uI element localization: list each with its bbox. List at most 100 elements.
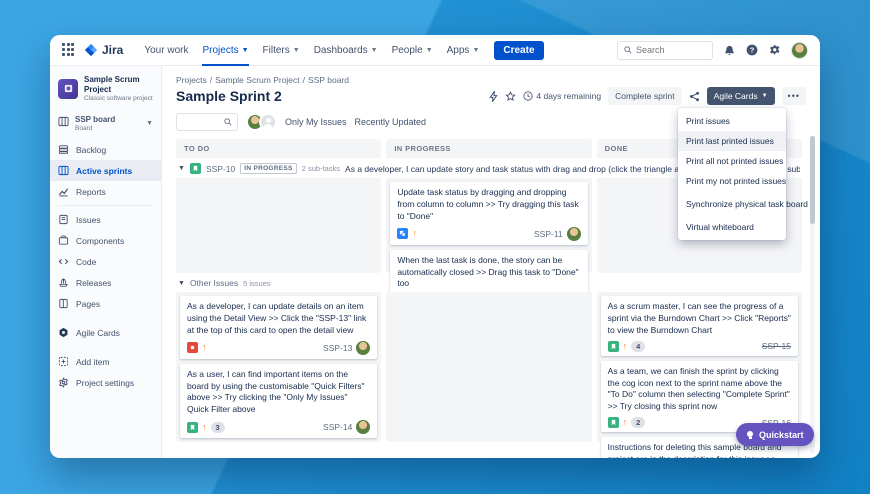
project-name: Sample Scrum Project	[84, 75, 153, 95]
collapse-chevron-icon[interactable]: ▼	[178, 280, 185, 287]
star-favorite-icon[interactable]	[505, 91, 516, 102]
estimate-badge: 2	[631, 417, 645, 428]
lightbulb-icon	[746, 431, 754, 439]
board-search-input[interactable]	[176, 113, 238, 131]
chevron-down-icon: ▼	[293, 47, 300, 54]
scrollbar-thumb[interactable]	[810, 136, 815, 224]
settings-gear-icon[interactable]	[768, 43, 782, 57]
nav-your-work[interactable]: Your work	[144, 35, 188, 66]
story-icon	[190, 163, 201, 174]
share-icon[interactable]	[689, 91, 700, 102]
issue-key[interactable]: SSP-13	[323, 343, 352, 353]
issue-card-ssp11[interactable]: Update task status by dragging and dropp…	[390, 182, 587, 245]
quickstart-button[interactable]: Quickstart	[736, 423, 814, 446]
column-header-todo: TO DO	[176, 139, 381, 158]
issue-card-ssp14[interactable]: As a user, I can find important items on…	[180, 364, 377, 439]
nav-apps[interactable]: Apps▼	[447, 35, 480, 66]
issues-icon	[58, 214, 69, 225]
nav-projects[interactable]: Projects▼	[202, 35, 248, 66]
quick-filter-recently-updated[interactable]: Recently Updated	[355, 117, 427, 127]
sidebar-item-active-sprints[interactable]: Active sprints	[50, 160, 161, 181]
swimlane-issue-key[interactable]: SSP-10	[206, 164, 235, 174]
complete-sprint-button[interactable]: Complete sprint	[608, 87, 682, 105]
add-item-icon	[58, 356, 69, 367]
chevron-down-icon: ▼	[146, 120, 153, 127]
priority-high-icon: ↑	[623, 418, 628, 427]
sidebar-item-reports[interactable]: Reports	[50, 181, 161, 202]
menu-item-print-all-not-printed[interactable]: Print all not printed issues	[678, 151, 786, 171]
lane-todo-empty[interactable]	[176, 178, 381, 273]
sidebar-item-releases[interactable]: Releases	[50, 272, 161, 293]
project-subtitle: Classic software project	[84, 95, 153, 102]
notifications-bell-icon[interactable]	[722, 43, 736, 57]
user-avatar[interactable]	[791, 42, 808, 59]
agile-cards-button[interactable]: Agile Cards▼	[707, 87, 775, 105]
help-icon[interactable]: ?	[745, 43, 759, 57]
story-icon	[187, 422, 198, 433]
global-search-input[interactable]	[617, 41, 713, 60]
project-sidebar: Sample Scrum Project Classic software pr…	[50, 66, 162, 458]
project-header[interactable]: Sample Scrum Project Classic software pr…	[50, 73, 161, 110]
vertical-scrollbar[interactable]	[810, 136, 815, 454]
quick-filter-only-my-issues[interactable]: Only My Issues	[285, 117, 347, 127]
clock-icon	[523, 91, 533, 101]
breadcrumb-board[interactable]: SSP board	[308, 75, 349, 85]
menu-item-virtual-whiteboard[interactable]: Virtual whiteboard	[678, 217, 786, 237]
chevron-down-icon: ▼	[762, 93, 768, 99]
subtask-count: 2 sub-tasks	[302, 164, 340, 173]
components-icon	[58, 235, 69, 246]
app-switcher-icon[interactable]	[62, 43, 76, 57]
sidebar-item-backlog[interactable]: Backlog	[50, 139, 161, 160]
story-icon	[608, 417, 619, 428]
issue-card-ssp15[interactable]: As a scrum master, I can see the progres…	[601, 296, 798, 356]
create-button[interactable]: Create	[494, 41, 543, 60]
sidebar-item-code[interactable]: Code	[50, 251, 161, 272]
sidebar-item-project-settings[interactable]: Project settings	[50, 372, 161, 393]
column-header-in-progress: IN PROGRESS	[386, 139, 591, 158]
swimlane-title[interactable]: Other Issues	[190, 278, 238, 288]
agile-cards-icon	[58, 327, 69, 338]
sidebar-item-issues[interactable]: Issues	[50, 209, 161, 230]
code-icon	[58, 256, 69, 267]
issue-card-ssp13[interactable]: As a developer, I can update details on …	[180, 296, 377, 359]
menu-item-print-issues[interactable]: Print issues	[678, 111, 786, 131]
card-assignee-avatar[interactable]	[356, 341, 370, 355]
issue-card-ssp16[interactable]: As a team, we can finish the sprint by c…	[601, 361, 798, 433]
menu-item-print-last-printed[interactable]: Print last printed issues	[678, 131, 786, 151]
board-selector[interactable]: SSP board Board ▼	[50, 110, 161, 139]
sidebar-item-agile-cards[interactable]: Agile Cards	[50, 322, 161, 343]
issue-key[interactable]: SSP-14	[323, 422, 352, 432]
global-search-field[interactable]	[636, 45, 706, 55]
days-remaining[interactable]: 4 days remaining	[523, 91, 601, 101]
collapse-chevron-icon[interactable]: ▼	[178, 165, 185, 172]
unassigned-avatar[interactable]	[259, 113, 277, 131]
more-options-button[interactable]: •••	[782, 87, 806, 105]
releases-icon	[58, 277, 69, 288]
status-lozenge: IN PROGRESS	[240, 163, 296, 174]
menu-item-print-my-not-printed[interactable]: Print my not printed issues	[678, 171, 786, 191]
story-icon	[608, 341, 619, 352]
jira-logo[interactable]: Jira	[84, 43, 123, 57]
lane-in-progress[interactable]: Update task status by dragging and dropp…	[386, 178, 591, 273]
estimate-badge: 3	[211, 422, 225, 433]
menu-item-synchronize-board[interactable]: Synchronize physical task board	[678, 194, 786, 214]
lane-done[interactable]: As a scrum master, I can see the progres…	[597, 292, 802, 442]
automation-lightning-icon[interactable]	[489, 91, 498, 102]
nav-filters[interactable]: Filters▼	[263, 35, 300, 66]
chevron-down-icon: ▼	[371, 47, 378, 54]
nav-dashboards[interactable]: Dashboards▼	[314, 35, 378, 66]
sidebar-item-pages[interactable]: Pages	[50, 293, 161, 314]
sidebar-item-components[interactable]: Components	[50, 230, 161, 251]
nav-people[interactable]: People▼	[392, 35, 433, 66]
lane-in-progress-empty[interactable]	[386, 292, 591, 442]
sidebar-item-add-item[interactable]: Add item	[50, 351, 161, 372]
lane-todo[interactable]: As a developer, I can update details on …	[176, 292, 381, 442]
issue-key[interactable]: SSP-11	[534, 229, 563, 239]
card-assignee-avatar[interactable]	[356, 420, 370, 434]
breadcrumb-projects[interactable]: Projects	[176, 75, 207, 85]
board-search-field[interactable]	[182, 117, 224, 127]
jira-wordmark: Jira	[102, 43, 123, 57]
breadcrumb-project[interactable]: Sample Scrum Project	[215, 75, 300, 85]
issue-key[interactable]: SSP-15	[762, 341, 791, 351]
card-assignee-avatar[interactable]	[567, 227, 581, 241]
